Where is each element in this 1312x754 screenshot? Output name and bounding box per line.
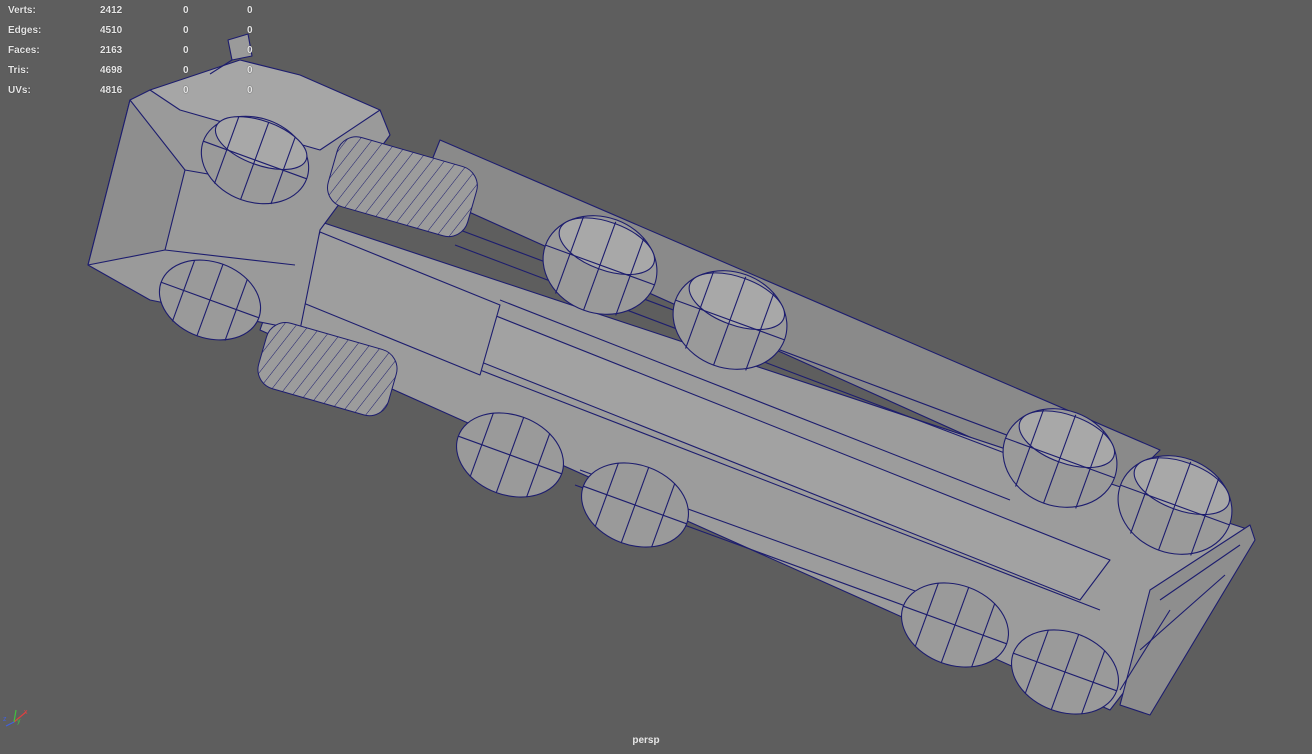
hud-selected: 0 [183, 45, 189, 56]
hud-selected: 0 [183, 5, 189, 16]
z-axis-line [5, 721, 15, 727]
hud-total: 4816 [100, 85, 123, 96]
hud-selected: 0 [183, 85, 189, 96]
hud-uv: 0 [247, 85, 253, 96]
hud-total: 2412 [100, 5, 123, 16]
x-axis-label: x [24, 709, 28, 716]
z-axis-label: z [3, 716, 7, 723]
hud-label: Tris: [8, 65, 30, 76]
truck-mesh-render[interactable] [0, 0, 1312, 754]
hud-label: Edges: [8, 25, 42, 36]
hud-total: 4510 [100, 25, 123, 36]
viewport-perspective[interactable]: Verts: 2412 0 0 Edges: 4510 0 0 Faces: 2… [0, 0, 1312, 754]
hud-selected: 0 [183, 65, 189, 76]
hud-uv: 0 [247, 25, 253, 36]
hud-label: UVs: [8, 85, 31, 96]
hud-selected: 0 [183, 25, 189, 36]
hud-row-uvs: UVs: 4816 0 0 [8, 81, 268, 101]
hud-row-tris: Tris: 4698 0 0 [8, 61, 268, 81]
camera-name-label: persp [632, 735, 660, 746]
hud-row-faces: Faces: 2163 0 0 [8, 41, 268, 61]
y-axis-label: y [17, 718, 21, 725]
hud-total: 2163 [100, 45, 123, 56]
hud-uv: 0 [247, 65, 253, 76]
hud-label: Verts: [8, 5, 36, 16]
axis-gizmo-icon: x y z [3, 709, 28, 727]
hud-uv: 0 [247, 5, 253, 16]
hud-row-verts: Verts: 2412 0 0 [8, 1, 268, 21]
hud-uv: 0 [247, 45, 253, 56]
hud-row-edges: Edges: 4510 0 0 [8, 21, 268, 41]
hud-total: 4698 [100, 65, 123, 76]
hud-label: Faces: [8, 45, 40, 56]
poly-count-hud: Verts: 2412 0 0 Edges: 4510 0 0 Faces: 2… [8, 1, 268, 101]
